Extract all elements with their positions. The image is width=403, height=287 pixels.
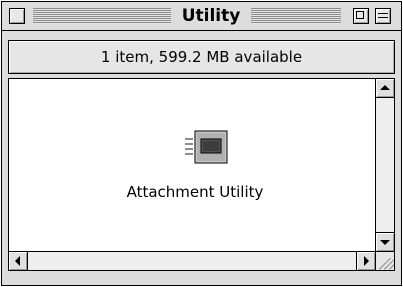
arrow-left-icon: [15, 256, 20, 266]
scroll-down-button[interactable]: [376, 232, 394, 251]
arrow-right-icon: [364, 256, 369, 266]
application-icon-graphic: [185, 130, 228, 164]
scroll-right-button[interactable]: [356, 252, 375, 270]
file-label[interactable]: Attachment Utility: [105, 183, 285, 201]
vertical-scrollbar[interactable]: [375, 78, 395, 252]
zoom-box-inner: [356, 11, 364, 19]
scroll-left-button[interactable]: [9, 252, 28, 270]
title-bar-stripes-left: [33, 8, 171, 24]
finder-window: Utility 1 item, 599.2 MB available Attac…: [1, 1, 402, 286]
resize-grip-icon[interactable]: [375, 251, 395, 271]
collapse-box-icon[interactable]: [375, 8, 391, 24]
scroll-up-button[interactable]: [376, 79, 394, 98]
zoom-box-icon[interactable]: [353, 8, 369, 24]
arrow-down-icon: [380, 240, 390, 245]
horizontal-scrollbar[interactable]: [8, 251, 376, 271]
window-content[interactable]: Attachment Utility: [8, 78, 376, 252]
collapse-line: [378, 17, 388, 18]
window-info-header: 1 item, 599.2 MB available: [8, 40, 395, 74]
window-title: Utility: [171, 5, 251, 27]
arrow-up-icon: [380, 85, 390, 90]
application-icon[interactable]: [181, 125, 233, 171]
close-box-icon[interactable]: [9, 8, 25, 24]
collapse-line: [378, 13, 388, 14]
title-bar[interactable]: Utility: [2, 2, 401, 31]
title-bar-stripes-right: [251, 8, 341, 24]
